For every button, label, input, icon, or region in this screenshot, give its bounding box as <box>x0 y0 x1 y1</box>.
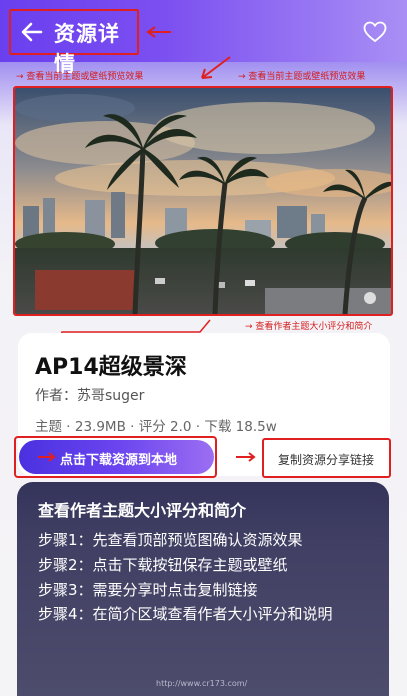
author-annotation: → 查看作者主题大小评分和简介 <box>245 322 373 332</box>
resource-stats: 主题 · 23.9MB · 评分 2.0 · 下载 18.5w <box>35 419 277 435</box>
resource-name: AP14超级景深 <box>35 355 187 380</box>
arrow-left-icon <box>21 22 43 42</box>
wallpaper-preview[interactable] <box>13 86 393 316</box>
guide-title: 查看作者主题大小评分和简介 <box>38 501 247 520</box>
annotation-arrow-icon: → <box>245 322 256 332</box>
author-prefix: 作者： <box>35 388 77 404</box>
preview-annotation-left: → 查看当前主题或壁纸预览效果 <box>16 72 144 82</box>
author-line: 作者：苏哥suger <box>35 385 144 405</box>
guide-step: 步骤1：先查看顶部预览图确认资源效果 <box>38 531 303 549</box>
heart-icon[interactable] <box>363 21 387 43</box>
guide-step: 步骤4：在简介区域查看作者大小评分和说明 <box>38 605 333 623</box>
back-button[interactable]: 资源详情 <box>9 9 139 76</box>
annotation-arrow-right-icon <box>38 452 56 462</box>
guide-step: 步骤3：需要分享时点击复制链接 <box>38 581 258 599</box>
annotation-arrow-left-icon <box>146 26 171 38</box>
download-button-label[interactable]: 点击下载资源到本地 <box>60 449 177 468</box>
annotation-arrow-icon: → <box>238 72 249 82</box>
preview-image <box>15 88 391 314</box>
annotation-arrow-right-icon <box>236 452 256 462</box>
author-name[interactable]: 苏哥suger <box>77 388 144 404</box>
preview-annotation-right: → 查看当前主题或壁纸预览效果 <box>238 72 366 82</box>
annotation-arrow-icon: → <box>16 72 27 82</box>
watermark-url: http://www.cr173.com/ <box>156 679 248 688</box>
guide-step: 步骤2：点击下载按钮保存主题或壁纸 <box>38 556 288 574</box>
copy-share-link-label[interactable]: 复制资源分享链接 <box>278 451 374 468</box>
annotation-diagonal-arrow-icon <box>201 56 231 79</box>
